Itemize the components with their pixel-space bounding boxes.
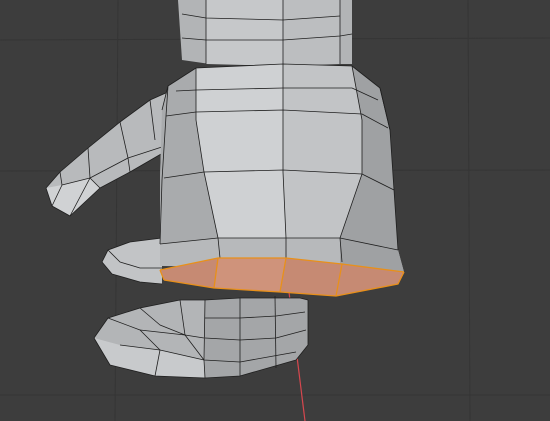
foot-mesh[interactable] (93, 295, 309, 379)
middle-tab-mesh[interactable] (101, 237, 163, 285)
3d-viewport[interactable] (0, 0, 550, 421)
viewport-canvas[interactable] (0, 0, 550, 421)
upper-protrusion-mesh[interactable] (45, 91, 169, 217)
body-mesh[interactable] (159, 63, 404, 272)
neck-mesh[interactable] (178, 0, 353, 66)
